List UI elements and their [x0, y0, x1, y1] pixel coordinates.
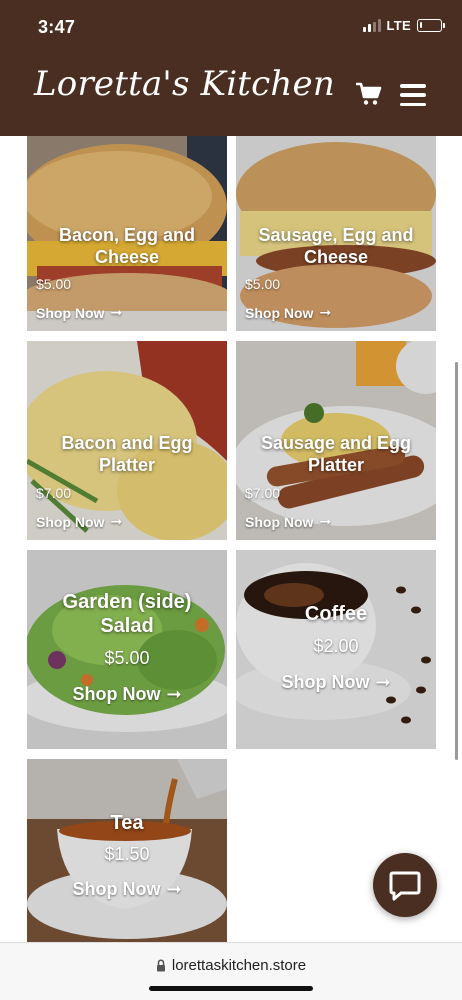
- product-price: $5.00: [36, 276, 72, 292]
- product-card-sausage-egg-cheese[interactable]: Sausage, Egg and Cheese $5.00 Shop Now ➞: [236, 136, 436, 331]
- product-price: $5.00: [104, 648, 150, 668]
- product-name: Tea: [110, 812, 144, 834]
- product-card-tea[interactable]: Tea $1.50 Shop Now ➞: [27, 759, 227, 942]
- product-card-coffee[interactable]: Coffee $2.00 Shop Now ➞: [236, 550, 436, 749]
- status-indicators: LTE: [362, 18, 445, 33]
- cart-button[interactable]: [355, 82, 382, 106]
- product-price: $5.00: [245, 276, 281, 292]
- arrow-right-icon: ➞: [319, 513, 332, 529]
- url-display[interactable]: lorettaskitchen.store: [0, 957, 462, 974]
- home-indicator: [149, 986, 313, 991]
- product-price: $7.00: [245, 485, 281, 501]
- product-card-sausage-egg-platter[interactable]: Sausage and Egg Platter $7.00 Shop Now ➞: [236, 341, 436, 540]
- arrow-right-icon: ➞: [110, 304, 123, 320]
- arrow-right-icon: ➞: [166, 879, 182, 899]
- signal-icon: [362, 19, 381, 32]
- arrow-right-icon: ➞: [375, 672, 391, 692]
- battery-icon: [417, 19, 445, 32]
- shop-now-link[interactable]: Shop Now ➞: [245, 304, 331, 321]
- product-card-bacon-egg-platter[interactable]: Bacon and Egg Platter $7.00 Shop Now ➞: [27, 341, 227, 540]
- shop-now-link[interactable]: Shop Now ➞: [36, 304, 122, 321]
- app-header: 3:47 LTE Loretta's Kitchen: [0, 0, 462, 136]
- product-name: Sausage and Egg Platter: [260, 433, 412, 475]
- product-name: Bacon, Egg and Cheese: [58, 225, 195, 267]
- shop-now-link[interactable]: Shop Now ➞: [236, 672, 436, 693]
- cart-icon: [355, 82, 382, 105]
- shop-now-link[interactable]: Shop Now ➞: [36, 513, 122, 530]
- chat-button[interactable]: [373, 853, 437, 917]
- product-card-bacon-egg-cheese[interactable]: Bacon, Egg and Cheese $5.00 Shop Now ➞: [27, 136, 227, 331]
- shop-now-link[interactable]: Shop Now ➞: [27, 879, 227, 900]
- shop-now-link[interactable]: Shop Now ➞: [245, 513, 331, 530]
- network-label: LTE: [386, 18, 411, 33]
- lock-icon: [156, 959, 165, 972]
- chat-bubble-icon: [389, 871, 421, 901]
- product-name: Garden (side) Salad: [62, 591, 192, 637]
- product-price: $1.50: [104, 844, 150, 864]
- product-name: Coffee: [304, 603, 368, 625]
- product-name: Bacon and Egg Platter: [61, 433, 193, 475]
- scrollbar[interactable]: [455, 362, 458, 760]
- shop-now-link[interactable]: Shop Now ➞: [27, 684, 227, 705]
- product-name: Sausage, Egg and Cheese: [258, 225, 414, 267]
- browser-address-bar[interactable]: lorettaskitchen.store: [0, 942, 462, 1000]
- arrow-right-icon: ➞: [319, 304, 332, 320]
- product-card-garden-salad[interactable]: Garden (side) Salad $5.00 Shop Now ➞: [27, 550, 227, 749]
- product-price: $7.00: [36, 485, 72, 501]
- hamburger-menu-icon[interactable]: [400, 84, 426, 106]
- url-text: lorettaskitchen.store: [171, 957, 307, 974]
- product-price: $2.00: [313, 636, 359, 656]
- arrow-right-icon: ➞: [110, 513, 123, 529]
- arrow-right-icon: ➞: [166, 684, 182, 704]
- brand-logo[interactable]: Loretta's Kitchen: [34, 64, 335, 104]
- status-time: 3:47: [38, 17, 76, 37]
